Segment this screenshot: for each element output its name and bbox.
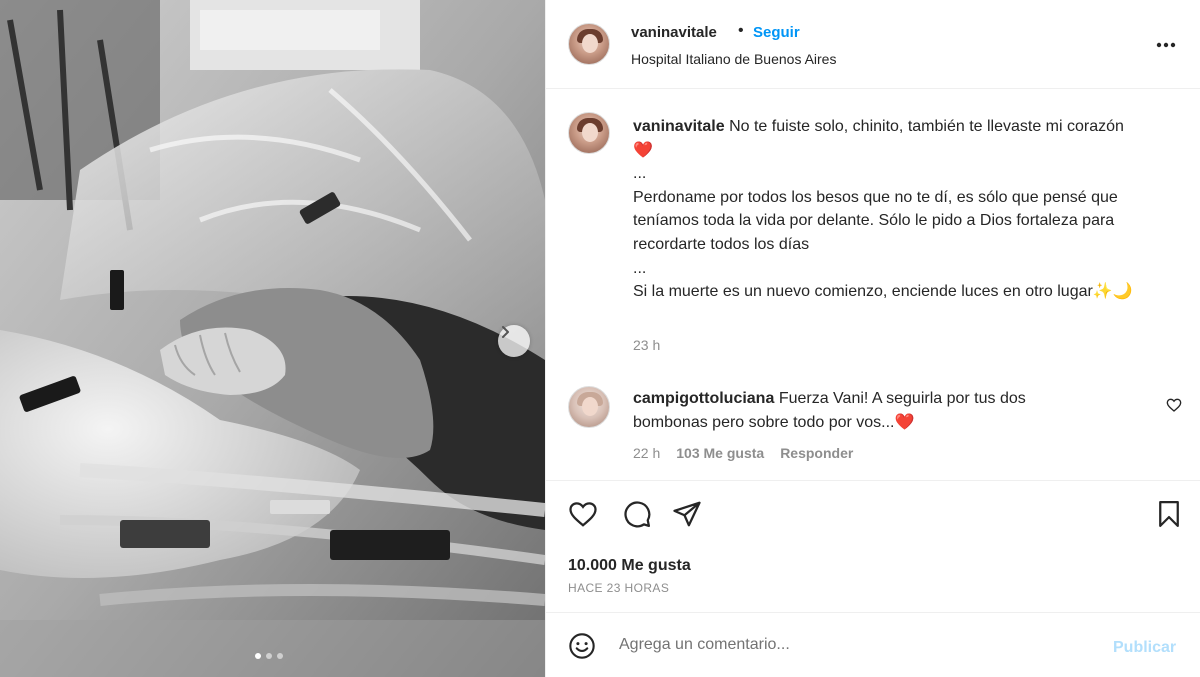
comment-item: campigottoluciana Fuerza Vani! A seguirl… [633, 387, 1093, 434]
save-bookmark-icon[interactable] [1154, 499, 1184, 529]
comment-meta: 22 h 103 Me gusta Responder [633, 445, 853, 461]
comment-timestamp[interactable]: 22 h [633, 445, 660, 461]
caption-line-3: Perdoname por todos los besos que no te … [633, 188, 1118, 253]
add-comment-bar: Publicar [546, 612, 1200, 677]
carousel-dot-active [255, 653, 261, 659]
carousel-dot [266, 653, 272, 659]
commenter-username[interactable]: campigottoluciana [633, 390, 774, 407]
next-slide-button[interactable] [498, 325, 530, 357]
caption-line-4: ... [633, 259, 647, 277]
share-send-icon[interactable] [672, 499, 702, 529]
post-details-panel: vaninavitale • Seguir Hospital Italiano … [545, 0, 1200, 677]
caption-timestamp[interactable]: 23 h [633, 337, 660, 353]
comment-likes[interactable]: 103 Me gusta [676, 445, 764, 461]
instagram-post: vaninavitale • Seguir Hospital Italiano … [0, 0, 1200, 677]
carousel-indicator [255, 653, 283, 659]
author-avatar[interactable] [568, 23, 610, 65]
carousel-dot [277, 653, 283, 659]
publish-button[interactable]: Publicar [1113, 639, 1176, 657]
like-comment-heart-icon[interactable] [1166, 397, 1182, 413]
caption-line-2: ... [633, 165, 647, 183]
comment-bubble-icon[interactable] [622, 499, 652, 529]
emoji-icon[interactable] [568, 632, 596, 660]
post-timestamp[interactable]: HACE 23 HORAS [568, 581, 669, 595]
caption-author-avatar[interactable] [568, 112, 610, 154]
post-caption: vaninavitale No te fuiste solo, chinito,… [633, 115, 1143, 304]
hospital-photo [0, 0, 545, 677]
follow-button[interactable]: Seguir [753, 24, 800, 41]
caption-line-5: Si la muerte es un nuevo comienzo, encie… [633, 283, 1133, 301]
post-likes-count[interactable]: 10.000 Me gusta [568, 557, 691, 575]
caption-username[interactable]: vaninavitale [633, 118, 725, 135]
comment-input[interactable] [619, 633, 1089, 657]
reply-button[interactable]: Responder [780, 445, 853, 461]
separator-dot: • [738, 22, 744, 39]
post-header: vaninavitale • Seguir Hospital Italiano … [546, 0, 1200, 89]
post-actions: 10.000 Me gusta HACE 23 HORAS [546, 480, 1200, 610]
like-heart-icon[interactable] [567, 499, 599, 529]
post-photo[interactable] [0, 0, 545, 677]
chevron-right-icon [502, 326, 509, 338]
author-username[interactable]: vaninavitale [631, 24, 717, 41]
more-options-icon[interactable] [1151, 35, 1181, 55]
post-location[interactable]: Hospital Italiano de Buenos Aires [631, 51, 836, 67]
commenter-avatar[interactable] [568, 386, 610, 428]
